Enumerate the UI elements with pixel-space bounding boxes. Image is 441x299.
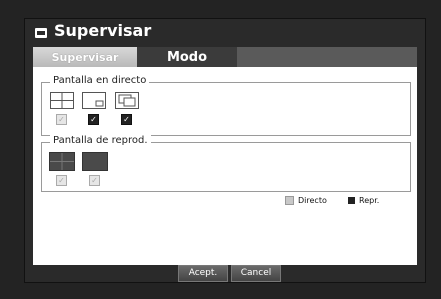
- accept-button[interactable]: Acept.: [178, 265, 228, 282]
- playback-display-group: Pantalla de reprod. ✓ ✓: [41, 135, 411, 192]
- quad-split-icon[interactable]: [50, 92, 74, 109]
- legend-live: Directo: [285, 196, 327, 205]
- live-display-title: Pantalla en directo: [50, 75, 150, 86]
- dialog-footer: Acept. Cancel: [33, 265, 417, 282]
- playback-single-checkbox[interactable]: ✓: [89, 175, 100, 186]
- cancel-button[interactable]: Cancel: [231, 265, 281, 282]
- live-display-group: Pantalla en directo ✓ ✓ ✓: [41, 75, 411, 136]
- tab-modo-label: Modo: [166, 49, 208, 65]
- playback-display-title: Pantalla de reprod.: [50, 135, 151, 146]
- legend-live-label: Directo: [298, 196, 327, 205]
- legend-playback: Repr.: [348, 196, 379, 205]
- settings-panel: Pantalla en directo ✓ ✓ ✓ Pantalla de re…: [33, 67, 417, 265]
- pip-icon[interactable]: [82, 92, 106, 109]
- tab-bar: Supervisar Modo: [33, 47, 417, 67]
- overlay-windows-icon[interactable]: [115, 92, 139, 109]
- playback-quad-checkbox[interactable]: ✓: [56, 175, 67, 186]
- pip-checkbox[interactable]: ✓: [88, 114, 99, 125]
- supervisar-dialog: Supervisar Supervisar Modo Pantalla en d…: [24, 18, 426, 283]
- quad-split-checkbox[interactable]: ✓: [56, 114, 67, 125]
- live-legend-swatch: [285, 196, 294, 205]
- playback-legend-swatch: [348, 197, 355, 204]
- tab-modo[interactable]: Modo: [137, 47, 237, 67]
- legend-playback-label: Repr.: [359, 196, 380, 205]
- playback-single-icon[interactable]: [82, 152, 108, 171]
- tab-supervisar-label: Supervisar: [51, 50, 119, 64]
- monitor-icon: [35, 28, 47, 38]
- title-bar: Supervisar: [25, 19, 425, 47]
- overlay-windows-checkbox[interactable]: ✓: [121, 114, 132, 125]
- tab-supervisar[interactable]: Supervisar: [33, 47, 137, 67]
- playback-quad-icon[interactable]: [49, 152, 75, 171]
- dialog-title: Supervisar: [54, 21, 152, 40]
